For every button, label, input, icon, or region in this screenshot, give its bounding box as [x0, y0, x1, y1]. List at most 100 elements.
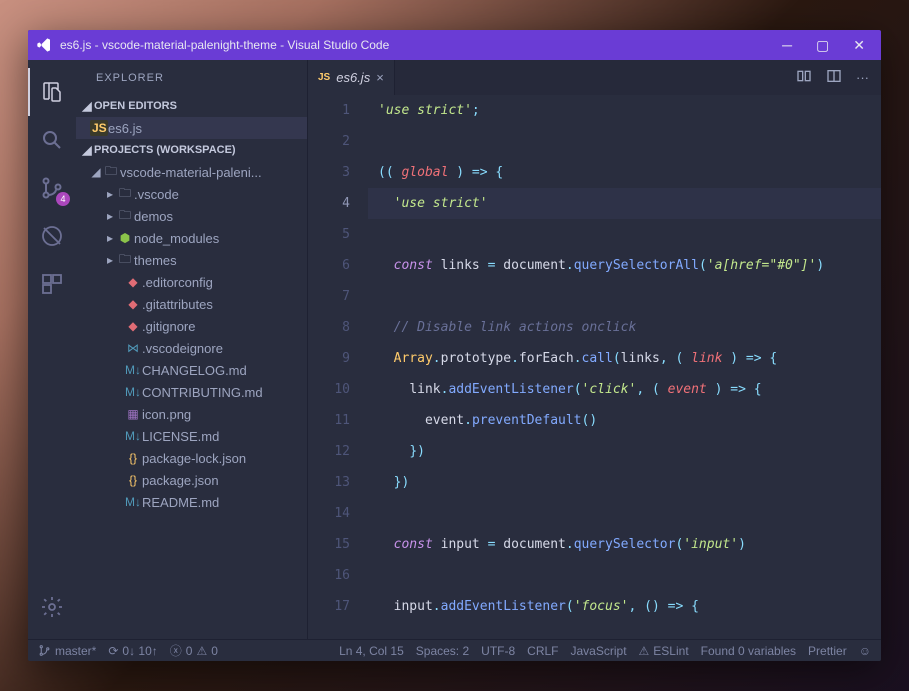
tree-item-label: icon.png — [142, 407, 191, 422]
tree-item-label: CHANGELOG.md — [142, 363, 247, 378]
code-line[interactable]: input.addEventListener('focus', () => { — [368, 591, 881, 622]
code-line[interactable] — [368, 126, 881, 157]
chevron-right-icon: ▸ — [104, 253, 116, 267]
code-line[interactable]: }) — [368, 436, 881, 467]
folder-item[interactable]: ▸🗀.vscode — [76, 183, 307, 205]
file-item[interactable]: ◆.gitignore — [76, 315, 307, 337]
file-item[interactable]: M↓CONTRIBUTING.md — [76, 381, 307, 403]
folder-icon: 🗀 — [116, 250, 134, 271]
status-eslint[interactable]: ⚠ ESLint — [639, 644, 689, 658]
compare-icon[interactable] — [796, 68, 812, 87]
status-encoding[interactable]: UTF-8 — [481, 644, 515, 658]
line-number: 13 — [308, 467, 350, 498]
activity-explorer[interactable] — [28, 68, 76, 116]
maximize-icon[interactable]: ▢ — [816, 37, 829, 54]
tree-item-label: demos — [134, 209, 173, 224]
git-file-icon: ◆ — [124, 319, 142, 333]
line-numbers: 1234567891011121314151617 — [308, 95, 368, 639]
open-editor-item[interactable]: JS es6.js — [76, 117, 307, 139]
line-number: 16 — [308, 560, 350, 591]
status-spaces[interactable]: Spaces: 2 — [416, 644, 469, 658]
line-number: 14 — [308, 498, 350, 529]
code-editor[interactable]: 1234567891011121314151617 'use strict';(… — [308, 95, 881, 639]
code-line[interactable]: Array.prototype.forEach.call(links, ( li… — [368, 343, 881, 374]
code-line[interactable]: link.addEventListener('click', ( event )… — [368, 374, 881, 405]
js-file-icon: JS — [90, 120, 108, 136]
image-file-icon: ▦ — [124, 407, 142, 421]
folder-item[interactable]: ▸⬢node_modules — [76, 227, 307, 249]
titlebar[interactable]: es6.js - vscode-material-palenight-theme… — [28, 30, 881, 60]
status-vars[interactable]: Found 0 variables — [701, 644, 796, 658]
workspace-section[interactable]: ◢ PROJECTS (WORKSPACE) — [76, 139, 307, 161]
file-item[interactable]: ◆.editorconfig — [76, 271, 307, 293]
files-icon — [40, 80, 64, 104]
file-item[interactable]: {}package-lock.json — [76, 447, 307, 469]
split-editor-icon[interactable] — [826, 68, 842, 87]
activity-scm[interactable]: 4 — [28, 164, 76, 212]
file-tree: ◢🗀vscode-material-paleni...▸🗀.vscode▸🗀de… — [76, 161, 307, 513]
file-item[interactable]: M↓CHANGELOG.md — [76, 359, 307, 381]
folder-item[interactable]: ◢🗀vscode-material-paleni... — [76, 161, 307, 183]
status-cursor[interactable]: Ln 4, Col 15 — [339, 644, 404, 658]
file-item[interactable]: ▦icon.png — [76, 403, 307, 425]
status-sync[interactable]: ⟳ 0↓ 10↑ — [108, 644, 157, 658]
folder-icon: 🗀 — [102, 162, 120, 183]
line-number: 4 — [308, 188, 350, 219]
status-eol[interactable]: CRLF — [527, 644, 558, 658]
line-number: 7 — [308, 281, 350, 312]
code-line[interactable] — [368, 498, 881, 529]
status-branch[interactable]: master* — [38, 644, 96, 658]
code-line[interactable]: const input = document.querySelector('in… — [368, 529, 881, 560]
minimize-icon[interactable]: ─ — [782, 37, 792, 54]
file-item[interactable]: ◆.gitattributes — [76, 293, 307, 315]
editor-actions: ··· — [784, 60, 881, 95]
git-file-icon: ◆ — [124, 275, 142, 289]
code-line[interactable]: (( global ) => { — [368, 157, 881, 188]
more-icon[interactable]: ··· — [856, 70, 869, 85]
code-content[interactable]: 'use strict'; (( global ) => { 'use stric… — [368, 95, 881, 639]
line-number: 1 — [308, 95, 350, 126]
workspace-label: PROJECTS (WORKSPACE) — [94, 144, 236, 156]
line-number: 5 — [308, 219, 350, 250]
status-prettier[interactable]: Prettier — [808, 644, 847, 658]
status-feedback-icon[interactable]: ☺ — [859, 644, 871, 658]
file-item[interactable]: ⋈.vscodeignore — [76, 337, 307, 359]
open-editors-list: JS es6.js — [76, 117, 307, 139]
code-line[interactable] — [368, 281, 881, 312]
file-item[interactable]: {}package.json — [76, 469, 307, 491]
code-line[interactable] — [368, 219, 881, 250]
code-line[interactable]: 'use strict'; — [368, 95, 881, 126]
line-number: 2 — [308, 126, 350, 157]
close-icon[interactable]: ✕ — [853, 37, 865, 54]
code-line[interactable] — [368, 560, 881, 591]
line-number: 3 — [308, 157, 350, 188]
code-line[interactable]: 'use strict' — [368, 188, 881, 219]
file-item[interactable]: M↓README.md — [76, 491, 307, 513]
code-line[interactable]: }) — [368, 467, 881, 498]
line-number: 17 — [308, 591, 350, 622]
file-item[interactable]: M↓LICENSE.md — [76, 425, 307, 447]
folder-item[interactable]: ▸🗀themes — [76, 249, 307, 271]
statusbar: master* ⟳ 0↓ 10↑ ⓧ 0 ⚠ 0 Ln 4, Col 15 Sp… — [28, 639, 881, 661]
tab-close-icon[interactable]: × — [376, 70, 384, 85]
line-number: 9 — [308, 343, 350, 374]
folder-item[interactable]: ▸🗀demos — [76, 205, 307, 227]
status-problems[interactable]: ⓧ 0 ⚠ 0 — [170, 642, 218, 659]
activity-settings[interactable] — [28, 583, 76, 631]
activity-debug[interactable] — [28, 212, 76, 260]
scm-badge: 4 — [56, 192, 70, 206]
window-title: es6.js - vscode-material-palenight-theme… — [60, 38, 782, 52]
code-line[interactable]: // Disable link actions onclick — [368, 312, 881, 343]
activity-search[interactable] — [28, 116, 76, 164]
status-language[interactable]: JavaScript — [571, 644, 627, 658]
code-line[interactable]: const links = document.querySelectorAll(… — [368, 250, 881, 281]
json-file-icon: {} — [124, 451, 142, 465]
tree-item-label: .gitattributes — [142, 297, 213, 312]
activity-extensions[interactable] — [28, 260, 76, 308]
line-number: 12 — [308, 436, 350, 467]
open-editors-section[interactable]: ◢ OPEN EDITORS — [76, 95, 307, 117]
node-modules-icon: ⬢ — [116, 231, 134, 245]
code-line[interactable]: event.preventDefault() — [368, 405, 881, 436]
activity-bar: 4 — [28, 60, 76, 639]
editor-tab[interactable]: JS es6.js × — [308, 60, 395, 95]
